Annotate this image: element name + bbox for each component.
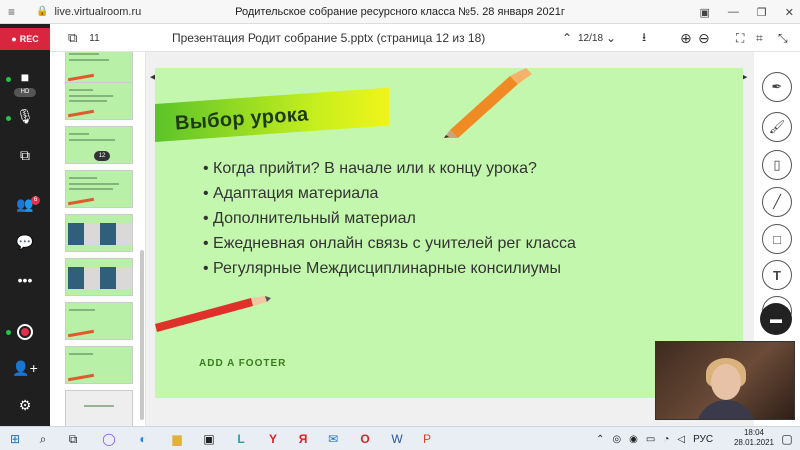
thumbnails-scrollbar[interactable] (140, 250, 144, 420)
thumbnails-toggle[interactable]: ⧉ 11 (68, 24, 100, 52)
pen-tool-icon[interactable]: ✒ (762, 72, 792, 102)
store-icon[interactable]: ▣ (198, 427, 220, 450)
line-tool-icon[interactable]: ╱ (762, 187, 792, 217)
alice-icon[interactable]: ◯ (98, 427, 120, 450)
current-slide-badge: 12 (94, 151, 110, 161)
text-tool-icon[interactable]: T (762, 260, 792, 290)
settings-gear-icon[interactable]: ⚙ (0, 397, 50, 414)
document-title: Презентация Родит собрание 5.pptx (стран… (172, 31, 486, 45)
eraser-tool-icon[interactable]: ▯ (762, 150, 792, 180)
address-url[interactable]: live.virtualroom.ru (54, 6, 141, 18)
hd-pill[interactable]: HD (14, 88, 36, 97)
slide-footer: ADD A FOOTER (199, 358, 287, 369)
slides-count: 11 (89, 32, 100, 44)
edge-icon[interactable]: ◐ (132, 427, 154, 450)
app-window: ≡ 🔒 live.virtualroom.ru Родительское соб… (0, 0, 800, 450)
left-rail: ● REC ■ HD 🎙 ⧉ 👥 6 💬 ••• 👤+ ⚙ (0, 24, 50, 426)
minimize-button[interactable]: — (728, 6, 739, 18)
chat-bubble-button[interactable]: ▬ (760, 303, 792, 335)
slide-thumbnail[interactable] (65, 52, 133, 84)
video-person-body (696, 400, 756, 419)
search-icon[interactable]: ⌕ (32, 427, 54, 450)
rec-indicator[interactable]: ● REC (0, 28, 50, 50)
record-button[interactable] (17, 324, 33, 340)
camera-status-icon: ▣ (699, 6, 710, 19)
close-button[interactable]: ✕ (785, 6, 794, 19)
tray-network-icon[interactable]: ◔ (663, 434, 669, 445)
system-tray: ⌃ ◎ ◉ ▭ ◔ ◁ РУС (596, 427, 713, 450)
task-view-icon[interactable]: ⧉ (62, 427, 84, 450)
video-camera-icon[interactable]: ■ (0, 69, 50, 85)
clock-time: 18:04 (743, 428, 764, 437)
page-indicator: 12/18 (578, 32, 604, 44)
bullet-item: Когда прийти? В начале или к концу урока… (203, 156, 576, 181)
record-icon (21, 328, 29, 336)
participant-video[interactable] (655, 341, 795, 420)
bullet-item: Дополнительный материал (203, 206, 576, 231)
powerpoint-icon[interactable]: P (416, 427, 438, 450)
fit-screen-icon[interactable]: ⛶ (736, 24, 744, 52)
folder-icon[interactable]: ▆ (166, 427, 188, 450)
tray-volume-icon[interactable]: ◁ (677, 434, 685, 445)
clock-date: 28.01.2021 (733, 438, 774, 447)
word-icon[interactable]: W (386, 427, 408, 450)
tray-battery-icon[interactable]: ▭ (646, 434, 655, 445)
tray-chevron-icon[interactable]: ⌃ (596, 434, 604, 445)
share-screen-icon[interactable]: ⧉ (0, 147, 50, 164)
brush-tool-icon[interactable]: 🖌 (762, 112, 792, 142)
slide-thumbnail[interactable]: 12 (65, 126, 133, 164)
next-page-button[interactable]: ⌄ (606, 24, 616, 52)
browser-title-bar: ≡ 🔒 live.virtualroom.ru Родительское соб… (0, 0, 800, 24)
slide-thumbnail[interactable] (65, 390, 133, 426)
tray-app-icon[interactable]: ◎ (612, 434, 621, 445)
presentation-toolbar: ⧉ 11 Презентация Родит собрание 5.pptx (… (50, 24, 800, 52)
prev-page-button[interactable]: ⌃ (562, 24, 572, 52)
bullet-item: Ежедневная онлайн связь с учителей рег к… (203, 231, 576, 256)
zoom-in-button[interactable]: ⊕ (680, 24, 692, 52)
yandex-browser-icon[interactable]: Y (262, 427, 284, 450)
slide-thumbnail[interactable] (65, 346, 133, 384)
windows-taskbar: ⊞ ⌕ ⧉ ◯ ◐ ▆ ▣ L Y Я ✉ O W P ⌃ ◎ ◉ ▭ ◔ ◁ … (0, 426, 800, 450)
slide-thumbnails: 12 (50, 52, 146, 426)
slide-thumbnail[interactable] (65, 82, 133, 120)
pencil-top-decoration (444, 68, 532, 138)
participants-icon[interactable]: 👥 (0, 196, 50, 213)
clock[interactable]: 18:04 28.01.2021 (734, 428, 774, 448)
slide-thumbnail[interactable] (65, 214, 133, 252)
yandex-icon[interactable]: Я (292, 427, 314, 450)
add-user-icon[interactable]: 👤+ (0, 360, 50, 377)
tray-app-icon[interactable]: ◉ (629, 434, 638, 445)
video-person-face (711, 364, 741, 400)
lock-icon: 🔒 (36, 6, 49, 17)
slides-icon: ⧉ (68, 30, 78, 45)
windows-start-icon[interactable]: ⊞ (4, 427, 26, 450)
rectangle-tool-icon[interactable]: □ (762, 224, 792, 254)
rec-dot-icon: ● (11, 34, 17, 44)
notifications-icon[interactable]: ▢ (776, 427, 798, 450)
more-icon[interactable]: ••• (0, 272, 50, 288)
opera-icon[interactable]: O (354, 427, 376, 450)
menu-icon[interactable]: ≡ (8, 5, 22, 19)
rec-label: REC (19, 34, 39, 44)
microphone-icon[interactable]: 🎙 (0, 108, 50, 125)
maximize-button[interactable]: ❐ (757, 6, 767, 19)
slide-thumbnail[interactable] (65, 258, 133, 296)
record-active-dot (6, 330, 11, 335)
bullet-item: Адаптация материала (203, 181, 576, 206)
collapse-icon[interactable]: ⤡ (778, 24, 788, 52)
window-controls: ▣ — ❐ ✕ (700, 0, 795, 24)
zoom-out-button[interactable]: ⊖ (698, 24, 710, 52)
bullet-item: Регулярные Междисциплинарные консилиумы (203, 256, 576, 281)
crop-icon[interactable]: ⌗ (756, 24, 763, 52)
pencil-bottom-decoration (155, 296, 271, 332)
download-icon[interactable]: ⭳ (642, 24, 646, 52)
slide-thumbnail[interactable] (65, 170, 133, 208)
chat-icon[interactable]: 💬 (0, 234, 50, 251)
slide-thumbnail[interactable] (65, 302, 133, 340)
participants-badge: 6 (31, 196, 40, 205)
language-indicator[interactable]: РУС (693, 434, 713, 445)
app-l-icon[interactable]: L (230, 427, 252, 450)
bullet-list: Когда прийти? В начале или к концу урока… (203, 156, 576, 281)
mail-icon[interactable]: ✉ (322, 427, 344, 450)
